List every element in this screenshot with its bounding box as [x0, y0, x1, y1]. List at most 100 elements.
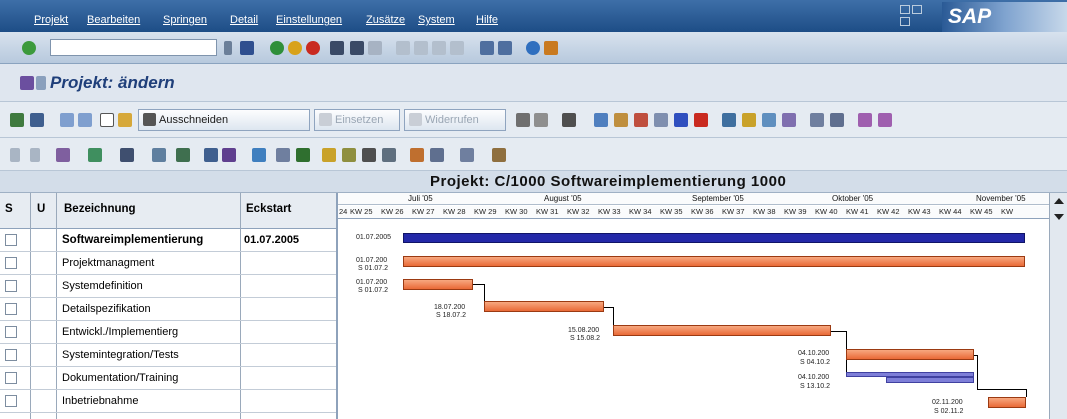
info-icon[interactable]	[674, 113, 688, 127]
columns-icon[interactable]	[430, 148, 444, 162]
search-icon[interactable]	[594, 113, 608, 127]
menu-bearbeiten[interactable]: Bearbeiten	[87, 14, 140, 26]
previous-page-icon[interactable]	[414, 41, 428, 55]
list-icon[interactable]	[654, 113, 668, 127]
enter-icon[interactable]	[22, 41, 36, 55]
task-bar-entwicklung[interactable]	[613, 325, 831, 336]
legend-icon[interactable]	[492, 148, 506, 162]
cycle-icon[interactable]	[762, 113, 776, 127]
refresh-icon[interactable]	[88, 148, 102, 162]
first-page-icon[interactable]	[396, 41, 410, 55]
copy-icon[interactable]	[118, 113, 132, 127]
table-row[interactable]: Inbetriebnahme	[0, 390, 336, 413]
table-row[interactable]: Systemintegration/Tests	[0, 344, 336, 367]
back-icon[interactable]	[270, 41, 284, 55]
row-checkbox[interactable]	[5, 326, 17, 338]
hierarchy-icon[interactable]	[516, 113, 530, 127]
find-icon[interactable]	[350, 41, 364, 55]
task-bar-projektmanagment[interactable]	[403, 256, 1025, 267]
layout-icon[interactable]	[222, 148, 236, 162]
column-header-s[interactable]: S	[5, 203, 13, 215]
find-next-icon[interactable]	[368, 41, 382, 55]
back-arrow-icon[interactable]	[224, 41, 232, 55]
table-row[interactable]: Systemdefinition	[0, 275, 336, 298]
table-row[interactable]: Dokumentation/Training	[0, 367, 336, 390]
table-row[interactable]: Softwareimplementierung 01.07.2005	[0, 229, 336, 252]
menu-hilfe[interactable]: Hilfe	[476, 14, 498, 26]
overview-icon[interactable]	[10, 113, 24, 127]
cancel-icon[interactable]	[306, 41, 320, 55]
menu-springen[interactable]: Springen	[163, 14, 207, 26]
last-page-icon[interactable]	[450, 41, 464, 55]
task-bar-systemdefinition[interactable]	[403, 279, 473, 290]
scroll-down-icon[interactable]	[1054, 214, 1064, 220]
menu-system[interactable]: System	[418, 14, 455, 26]
grid-icon[interactable]	[830, 113, 844, 127]
edit-graphic-icon[interactable]	[152, 148, 166, 162]
status-icon[interactable]	[694, 113, 708, 127]
align-icon[interactable]	[276, 148, 290, 162]
highlight-icon[interactable]	[322, 148, 336, 162]
options-icon[interactable]	[382, 148, 396, 162]
summary-bar[interactable]	[403, 233, 1025, 243]
new-session-icon[interactable]	[480, 41, 494, 55]
play-icon[interactable]	[10, 148, 20, 162]
table-row[interactable]: Entwickl./Implementierg	[0, 321, 336, 344]
undo-button[interactable]: Widerrufen	[404, 109, 506, 131]
task-bar-inbetriebnahme[interactable]	[988, 397, 1026, 408]
print-icon[interactable]	[330, 41, 344, 55]
menu-einstellungen[interactable]: Einstellungen	[276, 14, 342, 26]
network-icon[interactable]	[722, 113, 736, 127]
arrow-right-icon[interactable]	[78, 113, 92, 127]
column-header-eckstart[interactable]: Eckstart	[246, 203, 291, 215]
menu-projekt[interactable]: Projekt	[34, 14, 68, 26]
exit-icon[interactable]	[288, 41, 302, 55]
graphic-icon[interactable]	[634, 113, 648, 127]
filter-icon[interactable]	[56, 148, 70, 162]
save-icon[interactable]	[240, 41, 254, 55]
row-checkbox[interactable]	[5, 395, 17, 407]
calendar-icon[interactable]	[342, 148, 356, 162]
collapse-icon[interactable]	[858, 113, 872, 127]
zoom-icon[interactable]	[252, 148, 266, 162]
task-bar-dokumentation[interactable]	[886, 377, 974, 383]
task-bar-systemintegration[interactable]	[846, 349, 974, 360]
task-bar-detailspezifikation[interactable]	[484, 301, 604, 312]
row-checkbox[interactable]	[5, 349, 17, 361]
detail-icon[interactable]	[30, 113, 44, 127]
menu-zusaetze[interactable]: Zusätze	[366, 14, 405, 26]
table-settings-icon[interactable]	[460, 148, 474, 162]
close-icon[interactable]	[900, 17, 910, 26]
chart-icon[interactable]	[296, 148, 310, 162]
row-checkbox[interactable]	[5, 280, 17, 292]
shortcut-icon[interactable]	[498, 41, 512, 55]
settings-icon[interactable]	[782, 113, 796, 127]
check-icon[interactable]	[614, 113, 628, 127]
next-page-icon[interactable]	[432, 41, 446, 55]
histogram-icon[interactable]	[410, 148, 424, 162]
print-graphic-icon[interactable]	[120, 148, 134, 162]
costs-icon[interactable]	[742, 113, 756, 127]
new-icon[interactable]	[100, 113, 114, 127]
dropdown-icon[interactable]	[30, 148, 40, 162]
scroll-up-icon[interactable]	[1054, 198, 1064, 204]
paste-button[interactable]: Einsetzen	[314, 109, 400, 131]
minimize-icon[interactable]	[900, 5, 910, 14]
link-icon[interactable]	[204, 148, 218, 162]
edit-icon[interactable]	[810, 113, 824, 127]
resource-icon[interactable]	[362, 148, 376, 162]
row-checkbox[interactable]	[5, 257, 17, 269]
menu-detail[interactable]: Detail	[230, 14, 258, 26]
row-checkbox[interactable]	[5, 372, 17, 384]
table-row[interactable]: Detailspezifikation	[0, 298, 336, 321]
table-icon[interactable]	[534, 113, 548, 127]
column-header-bezeichnung[interactable]: Bezeichnung	[64, 203, 136, 215]
maximize-icon[interactable]	[912, 5, 922, 14]
arrow-left-icon[interactable]	[60, 113, 74, 127]
export-icon[interactable]	[176, 148, 190, 162]
column-header-u[interactable]: U	[37, 203, 45, 215]
layout-menu-icon[interactable]	[544, 41, 558, 55]
expand-icon[interactable]	[878, 113, 892, 127]
row-checkbox[interactable]	[5, 234, 17, 246]
gantt-chart[interactable]: Juli '05 August '05 September '05 Oktobe…	[336, 193, 1051, 419]
